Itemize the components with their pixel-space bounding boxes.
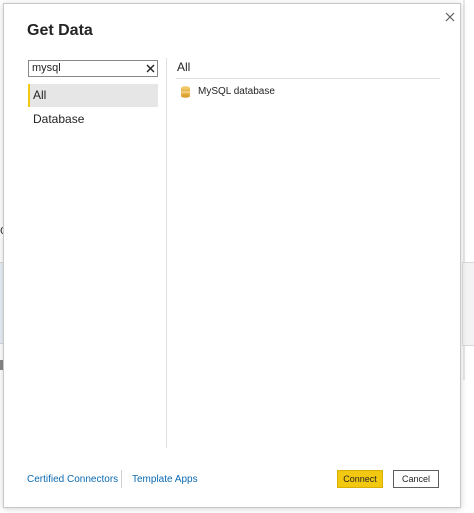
results-header: All xyxy=(177,60,191,74)
search-input[interactable] xyxy=(32,61,140,76)
footer-divider xyxy=(121,470,122,488)
category-item-label: Database xyxy=(33,112,85,126)
certified-connectors-link[interactable]: Certified Connectors xyxy=(27,474,118,485)
pane-divider xyxy=(166,58,167,448)
clear-icon xyxy=(146,64,155,73)
dialog-title: Get Data xyxy=(27,22,93,39)
results-header-divider xyxy=(176,78,440,79)
connect-button[interactable]: Connect xyxy=(337,470,383,488)
screen: c Get Data All Database xyxy=(0,0,474,513)
template-apps-link[interactable]: Template Apps xyxy=(132,474,198,485)
close-button[interactable] xyxy=(443,10,457,24)
search-clear-button[interactable] xyxy=(145,63,156,74)
database-cylinder-icon xyxy=(181,86,190,98)
search-box xyxy=(28,60,158,77)
background-panel-right xyxy=(462,262,474,346)
cancel-button[interactable]: Cancel xyxy=(393,470,439,488)
category-list: All Database xyxy=(28,84,158,132)
category-item-database[interactable]: Database xyxy=(28,108,158,131)
category-item-label: All xyxy=(33,88,47,102)
category-item-all[interactable]: All xyxy=(28,84,158,107)
connector-item-mysql[interactable]: MySQL database xyxy=(176,83,440,101)
close-icon xyxy=(445,12,455,22)
connector-label: MySQL database xyxy=(198,86,275,97)
get-data-dialog: Get Data All Database All xyxy=(3,3,461,508)
